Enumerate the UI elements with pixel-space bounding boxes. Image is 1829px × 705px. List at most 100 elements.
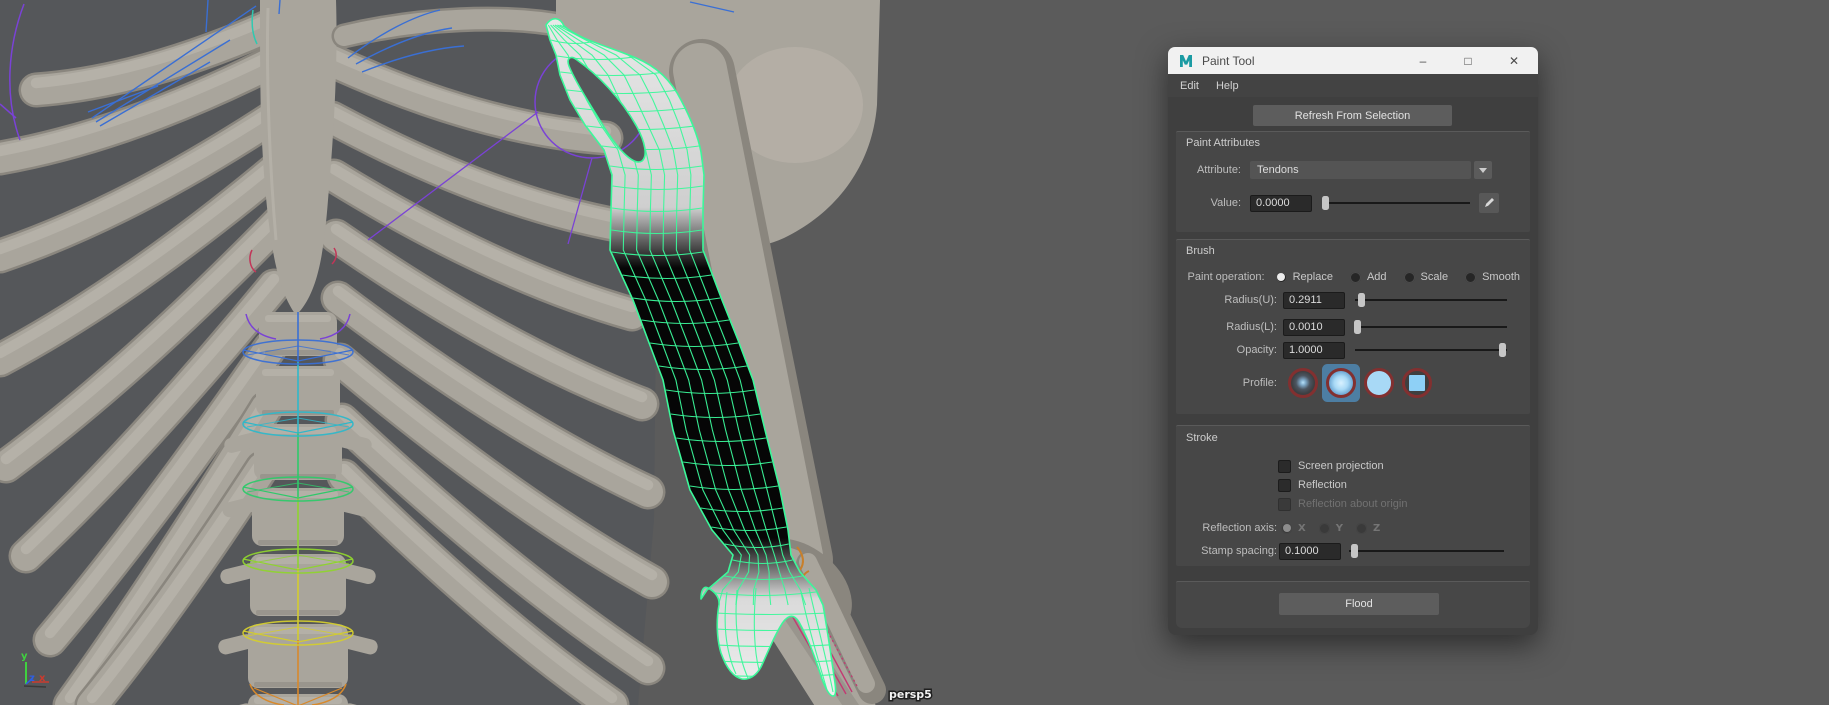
camera-label: persp5 [889, 688, 932, 701]
profile-soft-button[interactable] [1326, 368, 1356, 398]
radius-l-label: Radius(L): [1176, 321, 1277, 333]
radius-l-slider[interactable] [1355, 320, 1507, 334]
radius-l-input[interactable] [1283, 319, 1345, 336]
profile-row: Profile: [1176, 366, 1520, 400]
radio-label: Replace [1293, 271, 1333, 283]
maya-logo-icon [1178, 53, 1194, 69]
radius-u-slider[interactable] [1355, 293, 1507, 307]
radio-label: Y [1336, 523, 1343, 534]
gaussian-brush-icon [1288, 368, 1318, 398]
radius-u-input[interactable] [1283, 292, 1345, 309]
slider-track [1355, 326, 1507, 328]
opacity-input[interactable] [1283, 342, 1345, 359]
pencil-icon [1483, 197, 1495, 209]
slider-handle[interactable] [1358, 293, 1365, 307]
square-brush-icon [1402, 368, 1432, 398]
slider-handle[interactable] [1354, 320, 1361, 334]
solid-brush-icon [1364, 368, 1394, 398]
paint-attributes-header: Paint Attributes [1186, 137, 1260, 149]
opacity-label: Opacity: [1176, 344, 1277, 356]
radio-label: Add [1367, 271, 1387, 283]
paint-tool-window: Paint Tool – □ ✕ Edit Help Refresh From … [1168, 47, 1538, 635]
desktop: { "viewport": { "camera_label": "persp5"… [0, 0, 1829, 705]
soft-brush-icon [1326, 368, 1356, 398]
radio-scale[interactable]: Scale [1404, 271, 1449, 283]
paint-picker-button[interactable] [1479, 193, 1499, 213]
radio-replace[interactable]: Replace [1276, 271, 1333, 283]
value-slider[interactable] [1322, 196, 1470, 210]
menubar: Edit Help [1168, 74, 1538, 97]
reflection-about-origin-label: Reflection about origin [1298, 498, 1407, 510]
maximize-button[interactable]: □ [1454, 47, 1482, 74]
attribute-row: Attribute: Tendons [1176, 161, 1520, 179]
brush-header: Brush [1186, 245, 1215, 257]
reflection-checkbox[interactable] [1278, 479, 1291, 492]
viewport-scene[interactable]: y z x persp5 [0, 0, 1829, 705]
radio-dot [1276, 272, 1287, 283]
profile-gaussian-button[interactable] [1288, 368, 1318, 398]
menu-edit[interactable]: Edit [1168, 80, 1205, 92]
radio-label: Z [1373, 523, 1380, 534]
radio-add[interactable]: Add [1350, 271, 1387, 283]
radio-axis-z: Z [1356, 523, 1380, 534]
radio-dot [1319, 523, 1330, 534]
reflection-axis-group: X Y Z [1281, 523, 1380, 534]
close-button[interactable]: ✕ [1500, 47, 1528, 74]
radio-dot [1465, 272, 1476, 283]
radio-label: Scale [1421, 271, 1449, 283]
opacity-slider[interactable] [1355, 343, 1507, 357]
reflection-row: Reflection [1176, 476, 1520, 494]
reflection-axis-row: Reflection axis: X Y Z [1176, 519, 1520, 537]
reflection-axis-label: Reflection axis: [1176, 522, 1277, 534]
profile-square-button[interactable] [1402, 368, 1432, 398]
window-titlebar[interactable]: Paint Tool – □ ✕ [1168, 47, 1538, 74]
axis-base-line [24, 686, 46, 687]
radio-label: X [1298, 523, 1306, 534]
value-input[interactable] [1250, 195, 1312, 212]
radius-l-row: Radius(L): [1176, 318, 1520, 336]
radio-axis-y: Y [1319, 523, 1343, 534]
minimize-button[interactable]: – [1409, 47, 1437, 74]
flood-button[interactable]: Flood [1279, 593, 1439, 615]
stamp-spacing-slider[interactable] [1349, 544, 1504, 558]
slider-handle[interactable] [1499, 343, 1506, 357]
opacity-row: Opacity: [1176, 341, 1520, 359]
profile-group [1288, 368, 1432, 398]
slider-handle[interactable] [1351, 544, 1358, 558]
screen-projection-checkbox[interactable] [1278, 460, 1291, 473]
slider-track [1355, 299, 1507, 301]
refresh-from-selection-button[interactable]: Refresh From Selection [1253, 105, 1452, 126]
attribute-dropdown[interactable]: Tendons [1250, 161, 1471, 179]
axis-x-label: x [39, 673, 46, 684]
reflection-label: Reflection [1298, 479, 1347, 491]
radio-smooth[interactable]: Smooth [1465, 271, 1520, 283]
slider-handle[interactable] [1322, 196, 1329, 210]
value-row: Value: [1176, 194, 1520, 212]
slider-track [1349, 550, 1504, 552]
attribute-label: Attribute: [1176, 164, 1241, 176]
attribute-selected-value: Tendons [1257, 164, 1299, 176]
radius-u-label: Radius(U): [1176, 294, 1277, 306]
radio-dot [1356, 523, 1367, 534]
brush-panel: Brush Paint operation: Replace Add Scale [1176, 239, 1530, 414]
radius-u-row: Radius(U): [1176, 291, 1520, 309]
profile-solid-button[interactable] [1364, 368, 1394, 398]
screen-projection-label: Screen projection [1298, 460, 1384, 472]
stamp-spacing-label: Stamp spacing: [1176, 545, 1277, 557]
reflection-about-origin-checkbox [1278, 498, 1291, 511]
flood-panel: Flood [1176, 581, 1530, 628]
window-title: Paint Tool [1202, 54, 1254, 68]
scene-generated [0, 0, 1829, 705]
stroke-header: Stroke [1186, 432, 1218, 444]
dropdown-arrow-button[interactable] [1474, 161, 1492, 179]
paint-operation-group: Replace Add Scale Smooth [1276, 271, 1520, 283]
axis-z-label: z [29, 673, 35, 684]
screen-projection-row: Screen projection [1176, 457, 1520, 475]
radio-dot [1350, 272, 1361, 283]
paint-operation-row: Paint operation: Replace Add Scale Smoot… [1176, 268, 1520, 286]
radio-label: Smooth [1482, 271, 1520, 283]
menu-help[interactable]: Help [1205, 80, 1250, 92]
stroke-panel: Stroke Screen projection Reflection Refl… [1176, 425, 1530, 566]
stamp-spacing-input[interactable] [1279, 543, 1341, 560]
slider-track [1322, 202, 1470, 204]
